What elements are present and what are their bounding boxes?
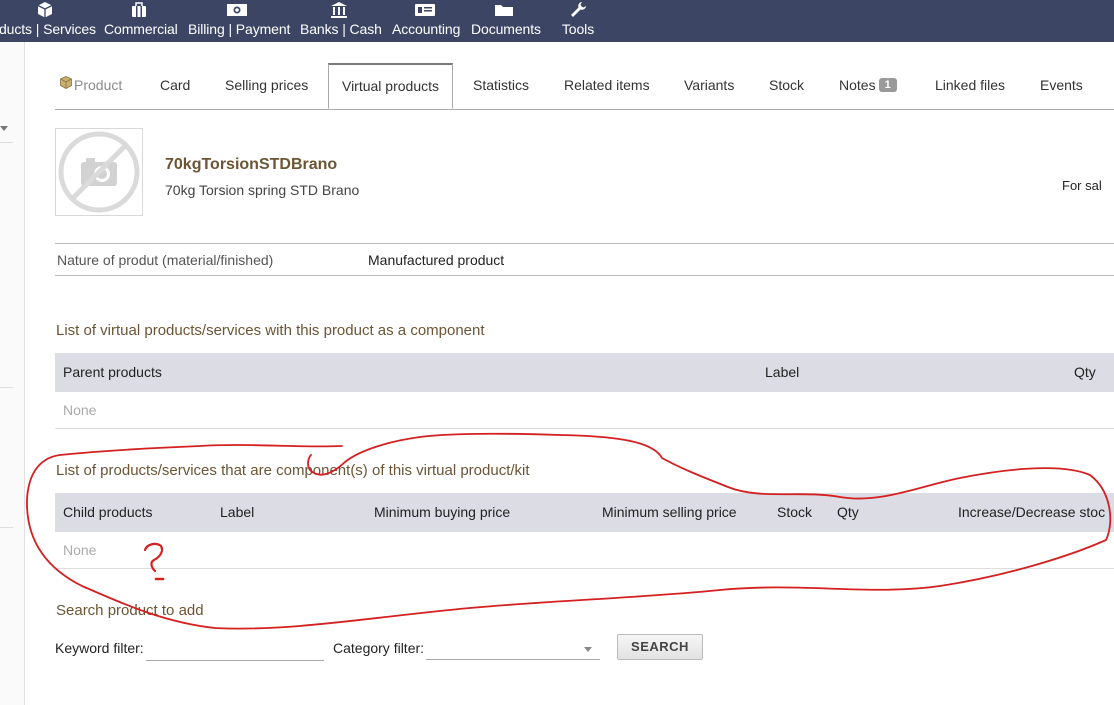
product-ref[interactable]: 70kgTorsionSTDBrano xyxy=(165,156,337,174)
tab-virtual-products[interactable]: Virtual products xyxy=(328,63,453,109)
column-header: Label xyxy=(220,504,255,520)
folder-icon xyxy=(471,1,537,21)
bank-icon xyxy=(300,1,378,21)
nav-label: Tools xyxy=(561,21,595,37)
wrench-icon xyxy=(561,1,595,21)
keyword-filter-input[interactable] xyxy=(146,636,324,661)
keyword-filter-label: Keyword filter: xyxy=(55,640,144,656)
chevron-down-icon[interactable] xyxy=(0,126,8,131)
nav-commercial[interactable]: Commercial xyxy=(104,0,178,42)
tab-stock[interactable]: Stock xyxy=(769,63,804,109)
category-filter-label: Category filter: xyxy=(333,640,425,656)
column-header: Minimum selling price xyxy=(602,504,737,520)
tab-label: Events xyxy=(1040,77,1083,93)
table-row: None xyxy=(55,392,1114,429)
column-header: Stock xyxy=(777,504,813,520)
tab-events[interactable]: Events xyxy=(1040,63,1083,109)
column-header: Parent products xyxy=(63,364,162,380)
nav-label: Banks | Cash xyxy=(300,21,382,37)
ledger-icon xyxy=(392,1,458,21)
nav-accounting[interactable]: Accounting xyxy=(392,0,461,42)
no-photo-icon xyxy=(56,129,142,215)
nav-billing-payment[interactable]: Billing | Payment xyxy=(188,0,291,42)
nav-banks-cash[interactable]: Banks | Cash xyxy=(300,0,382,42)
tab-label: Product xyxy=(74,77,123,93)
nature-value: Manufactured product xyxy=(368,252,505,268)
notes-count-badge: 1 xyxy=(878,78,897,93)
search-button[interactable]: SEARCH xyxy=(617,634,703,660)
box-icon xyxy=(0,1,91,21)
tab-linked-files[interactable]: Linked files xyxy=(935,63,1005,109)
search-section-title: Search product to add xyxy=(56,602,204,619)
divider xyxy=(0,142,13,143)
tab-notes[interactable]: Notes 1 xyxy=(839,63,897,109)
column-header: Qty xyxy=(1074,364,1096,380)
column-header: Qty xyxy=(837,504,859,520)
left-sidebar xyxy=(0,42,25,705)
column-header: Child products xyxy=(63,504,153,520)
tab-label: Statistics xyxy=(473,77,530,93)
tab-label: Virtual products xyxy=(341,78,439,94)
tab-label: Stock xyxy=(769,77,805,93)
nav-label: ducts | Services xyxy=(0,21,96,37)
parents-section-title: List of virtual products/services with t… xyxy=(56,322,485,339)
tab-label: Selling prices xyxy=(225,77,309,93)
money-icon xyxy=(188,1,286,21)
column-header: Increase/Decrease stoc xyxy=(958,504,1106,520)
tab-label: Related items xyxy=(564,77,650,93)
category-filter-select[interactable] xyxy=(426,636,600,660)
nav-label: Documents xyxy=(471,21,541,37)
nav-products-services[interactable]: ducts | Services xyxy=(0,0,96,42)
children-table-header: Child products Label Minimum buying pric… xyxy=(55,493,1114,532)
tab-variants[interactable]: Variants xyxy=(684,63,734,109)
nav-documents[interactable]: Documents xyxy=(471,0,541,42)
table-row: None xyxy=(55,532,1114,569)
nature-row: Nature of produt (material/finished) Man… xyxy=(55,243,1114,276)
nature-key: Nature of produt (material/finished) xyxy=(57,252,274,268)
tab-related-items[interactable]: Related items xyxy=(564,63,650,109)
tab-statistics[interactable]: Statistics xyxy=(473,63,529,109)
parents-table-header: Parent products Label Qty xyxy=(55,353,1114,392)
column-header: Minimum buying price xyxy=(374,504,511,520)
product-cube-icon xyxy=(60,62,72,107)
column-header: Label xyxy=(765,364,800,380)
empty-cell: None xyxy=(63,542,97,558)
product-label: 70kg Torsion spring STD Brano xyxy=(165,182,360,198)
product-photo[interactable] xyxy=(55,128,143,216)
status-badge: For sal xyxy=(1062,178,1102,193)
nav-tools[interactable]: Tools xyxy=(561,0,595,42)
tab-product[interactable]: Product xyxy=(60,63,122,109)
tab-label: Linked files xyxy=(935,77,1006,93)
tab-label: Card xyxy=(160,77,191,93)
briefcase-icon xyxy=(104,1,174,21)
children-section-title: List of products/services that are compo… xyxy=(56,462,530,479)
empty-cell: None xyxy=(63,402,97,418)
divider xyxy=(0,527,13,528)
nav-label: Commercial xyxy=(104,21,178,37)
chevron-down-icon xyxy=(584,647,592,652)
tab-card[interactable]: Card xyxy=(160,63,190,109)
top-navigation-bar: ducts | Services Commercial Billing | Pa… xyxy=(0,0,1114,42)
nav-label: Billing | Payment xyxy=(188,21,291,37)
tab-label: Variants xyxy=(684,77,735,93)
tab-selling-prices[interactable]: Selling prices xyxy=(225,63,308,109)
divider xyxy=(0,387,13,388)
tab-label: Notes xyxy=(839,77,876,93)
product-tabs: Product Card Selling prices Virtual prod… xyxy=(55,63,1114,110)
nav-label: Accounting xyxy=(392,21,461,37)
